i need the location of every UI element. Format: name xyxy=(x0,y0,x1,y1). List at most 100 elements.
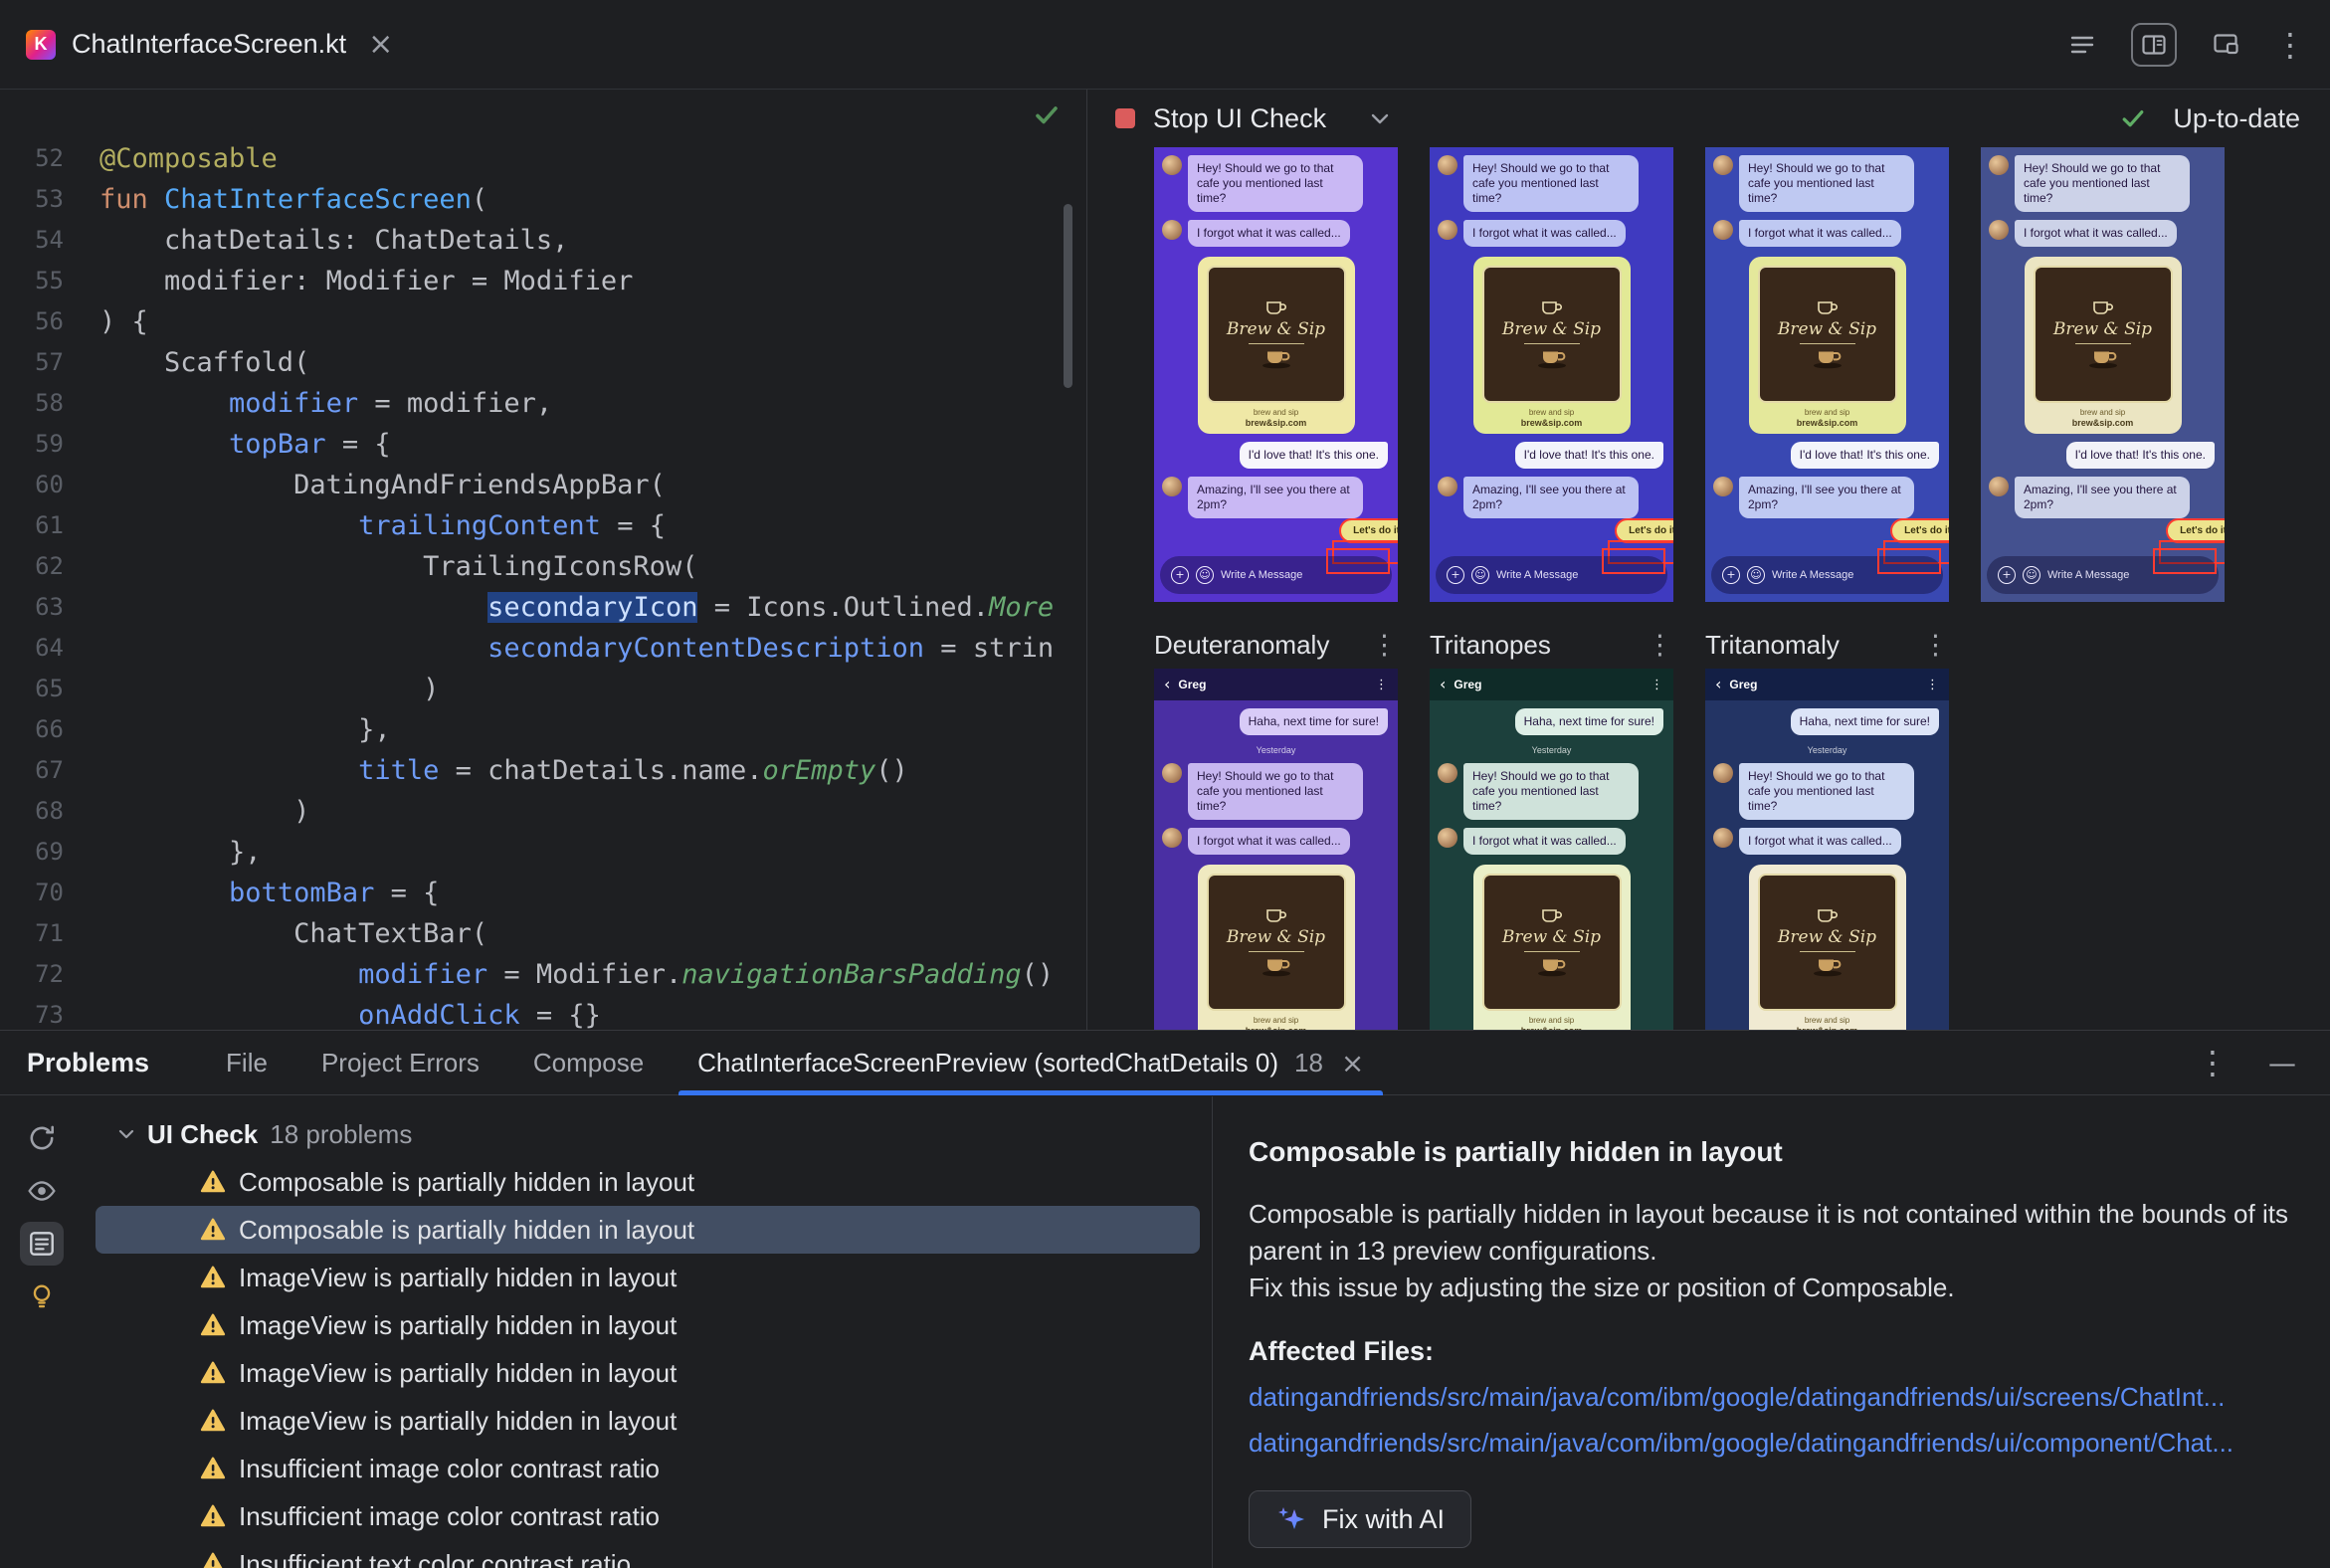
code-line[interactable]: ) xyxy=(99,669,1086,709)
tool-window-title[interactable]: Problems xyxy=(27,1048,149,1078)
preview-card[interactable]: ‹ Greg ⋮ Haha, next time for sure! Yesterday… xyxy=(1430,669,1673,1030)
code-line[interactable]: ChatTextBar( xyxy=(99,913,1086,954)
code-line[interactable]: TrailingIconsRow( xyxy=(99,546,1086,587)
lightbulb-icon[interactable] xyxy=(20,1274,64,1318)
kebab-menu-icon[interactable]: ⋮ xyxy=(1371,630,1398,661)
preview-eye-icon[interactable] xyxy=(20,1169,64,1213)
kebab-menu-icon[interactable]: ⋮ xyxy=(1375,678,1388,692)
editor-scrollbar[interactable] xyxy=(1064,204,1072,388)
chevron-down-icon[interactable] xyxy=(1370,112,1390,125)
preview-canvas[interactable]: Hey! Should we go to that cafe you menti… xyxy=(1087,147,2330,1030)
inspections-ok-icon[interactable] xyxy=(1035,105,1059,125)
preview-card[interactable]: ‹ Greg ⋮ Haha, next time for sure! Yesterday… xyxy=(1154,669,1398,1030)
code-line[interactable]: }, xyxy=(99,709,1086,750)
problem-row[interactable]: ImageView is partially hidden in layout xyxy=(96,1254,1200,1301)
report-view-icon[interactable] xyxy=(20,1222,64,1266)
problem-row[interactable]: ImageView is partially hidden in layout xyxy=(96,1301,1200,1349)
preview-card[interactable]: Hey! Should we go to that cafe you menti… xyxy=(1154,147,1398,602)
emoji-icon[interactable]: ☺ xyxy=(1471,566,1489,584)
preview-card[interactable]: Hey! Should we go to that cafe you menti… xyxy=(1981,147,2225,602)
problem-row[interactable]: Composable is partially hidden in layout xyxy=(96,1206,1200,1254)
write-message-bar[interactable]: + ☺ Write A Message xyxy=(1436,548,1667,594)
code-line[interactable]: chatDetails: ChatDetails, xyxy=(99,220,1086,261)
code-line[interactable]: }, xyxy=(99,832,1086,873)
code-line[interactable]: trailingContent = { xyxy=(99,505,1086,546)
code-line[interactable]: ) xyxy=(99,791,1086,832)
code-line[interactable]: DatingAndFriendsAppBar( xyxy=(99,465,1086,505)
code-line[interactable]: modifier = modifier, xyxy=(99,383,1086,424)
code-line[interactable]: fun ChatInterfaceScreen( xyxy=(99,179,1086,220)
editor-code[interactable]: @Composable fun ChatInterfaceScreen( chat… xyxy=(99,138,1086,1030)
problem-row[interactable]: ImageView is partially hidden in layout xyxy=(96,1349,1200,1397)
code-line[interactable]: secondaryContentDescription = strin xyxy=(99,628,1086,669)
kebab-menu-icon[interactable]: ⋮ xyxy=(1647,630,1673,661)
code-line[interactable]: modifier = Modifier.navigationBarsPaddin… xyxy=(99,954,1086,995)
tab-file[interactable]: File xyxy=(199,1031,294,1094)
tab-project-errors[interactable]: Project Errors xyxy=(294,1031,506,1094)
stop-ui-check-button[interactable]: Stop UI Check xyxy=(1153,103,1326,134)
kebab-menu-icon[interactable]: ⋮ xyxy=(2197,1044,2229,1081)
editor-list-icon[interactable] xyxy=(2059,23,2105,67)
fix-with-ai-button[interactable]: Fix with AI xyxy=(1249,1490,1472,1548)
back-icon[interactable]: ‹ xyxy=(1440,677,1446,692)
add-icon[interactable]: + xyxy=(1722,566,1740,584)
affected-file-link[interactable]: datingandfriends/src/main/java/com/ibm/g… xyxy=(1249,1428,2288,1459)
brew-sip-card: Brew & Sip brew and sipbrew&sip.com xyxy=(1748,257,1906,434)
code-line[interactable]: secondaryIcon = Icons.Outlined.More xyxy=(99,587,1086,628)
write-message-bar[interactable]: + ☺ Write A Message xyxy=(1160,548,1392,594)
code-editor[interactable]: 52 53 54 55 56 57 58 59 60 61 62 63 64 65 66 67 68 69 70 71… xyxy=(0,90,1086,1030)
kebab-menu-icon[interactable]: ⋮ xyxy=(1926,678,1939,692)
split-view-icon[interactable] xyxy=(2131,22,2177,67)
write-message-bar[interactable]: + ☺ Write A Message xyxy=(1987,548,2219,594)
emoji-icon[interactable]: ☺ xyxy=(1747,566,1765,584)
code-line[interactable]: topBar = { xyxy=(99,424,1086,465)
code-token: navigationBarsPadding xyxy=(681,959,1022,990)
chat-bubble: I'd love that! It's this one. xyxy=(1514,442,1663,469)
chevron-down-icon[interactable] xyxy=(117,1128,135,1140)
coffee-cup-icon xyxy=(2092,300,2113,314)
problem-row[interactable]: ImageView is partially hidden in layout xyxy=(96,1397,1200,1445)
back-icon[interactable]: ‹ xyxy=(1715,677,1721,692)
kebab-menu-icon[interactable]: ⋮ xyxy=(1650,678,1663,692)
write-message-bar[interactable]: + ☺ Write A Message xyxy=(1711,548,1943,594)
preview-card[interactable]: Hey! Should we go to that cafe you menti… xyxy=(1430,147,1673,602)
back-icon[interactable]: ‹ xyxy=(1164,677,1170,692)
emoji-icon[interactable]: ☺ xyxy=(1196,566,1214,584)
code-token: ) xyxy=(99,796,310,827)
emoji-icon[interactable]: ☺ xyxy=(2023,566,2040,584)
kebab-menu-icon[interactable]: ⋮ xyxy=(1922,630,1949,661)
design-view-icon[interactable] xyxy=(2203,23,2248,67)
problem-text: ImageView is partially hidden in layout xyxy=(239,1262,678,1292)
compose-preview-pane: Stop UI Check Up-to-date Hey! Should we … xyxy=(1086,90,2330,1030)
close-icon[interactable]: × xyxy=(368,29,393,60)
problem-row[interactable]: Insufficient image color contrast ratio xyxy=(96,1492,1200,1540)
add-icon[interactable]: + xyxy=(1171,566,1189,584)
line-number: 64 xyxy=(35,634,64,662)
tab-preview-ui-check[interactable]: ChatInterfaceScreenPreview (sortedChatDe… xyxy=(671,1031,1391,1095)
add-icon[interactable]: + xyxy=(1998,566,2016,584)
problem-row[interactable]: Composable is partially hidden in layout xyxy=(96,1158,1200,1206)
editor-tab[interactable]: K ChatInterfaceScreen.kt × xyxy=(0,0,421,89)
refresh-icon[interactable] xyxy=(20,1116,64,1160)
problem-row[interactable]: Insufficient text color contrast ratio xyxy=(96,1540,1200,1568)
code-line[interactable]: title = chatDetails.name.orEmpty() xyxy=(99,750,1086,791)
preview-card[interactable]: Hey! Should we go to that cafe you menti… xyxy=(1705,147,1949,602)
affected-file-link[interactable]: datingandfriends/src/main/java/com/ibm/g… xyxy=(1249,1382,2288,1413)
preview-card[interactable]: ‹ Greg ⋮ Haha, next time for sure! Yesterday… xyxy=(1705,669,1949,1030)
add-icon[interactable]: + xyxy=(1447,566,1464,584)
coffee-cup-photo xyxy=(1813,959,1842,976)
kebab-menu-icon[interactable]: ⋮ xyxy=(2274,26,2306,64)
minimize-icon[interactable]: — xyxy=(2268,1047,2296,1079)
coffee-cup-icon xyxy=(1265,908,1286,922)
close-icon[interactable]: × xyxy=(1341,1047,1364,1079)
stop-icon[interactable] xyxy=(1115,108,1135,128)
ui-check-group[interactable]: UI Check 18 problems xyxy=(84,1110,1212,1158)
tab-compose[interactable]: Compose xyxy=(506,1031,671,1094)
code-line[interactable]: modifier: Modifier = Modifier xyxy=(99,261,1086,301)
code-line[interactable]: ) { xyxy=(99,301,1086,342)
code-line[interactable]: onAddClick = {} xyxy=(99,995,1086,1030)
code-line[interactable]: Scaffold( xyxy=(99,342,1086,383)
code-line[interactable]: @Composable xyxy=(99,138,1086,179)
code-line[interactable]: bottomBar = { xyxy=(99,873,1086,913)
problem-row[interactable]: Insufficient image color contrast ratio xyxy=(96,1445,1200,1492)
